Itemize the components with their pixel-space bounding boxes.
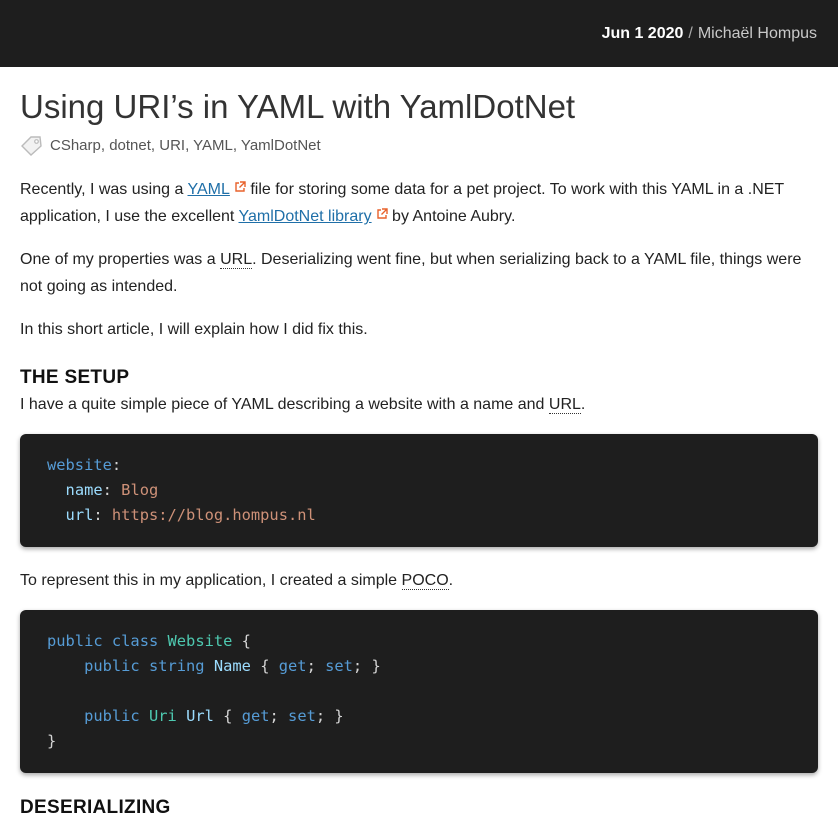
tags-text[interactable]: CSharp, dotnet, URI, YAML, YamlDotNet bbox=[50, 137, 321, 154]
yaml-link[interactable]: YAML bbox=[188, 181, 230, 198]
header-separator: / bbox=[688, 24, 693, 42]
poco-paragraph: To represent this in my application, I c… bbox=[20, 572, 454, 591]
section-heading-setup: THE SETUP bbox=[20, 367, 130, 389]
url-abbr[interactable]: URL bbox=[220, 251, 253, 270]
tag-list: CSharp, dotnet, URI, YAML, YamlDotNet bbox=[20, 135, 818, 157]
poco-abbr[interactable]: POCO bbox=[401, 572, 449, 591]
site-header: Jun 1 2020 / Michaël Hompus bbox=[0, 0, 838, 67]
setup-paragraph: I have a quite simple piece of YAML desc… bbox=[20, 396, 586, 415]
author-link[interactable]: Michaël Hompus bbox=[698, 25, 817, 43]
short-article-paragraph: In this short article, I will explain ho… bbox=[20, 321, 368, 339]
external-link-icon bbox=[376, 208, 388, 219]
intro-paragraph: Recently, I was using a YAML file for st… bbox=[20, 181, 784, 226]
page-title: Using URI’s in YAML with YamlDotNet bbox=[20, 88, 576, 125]
yaml-code-block: website: name: Blog url: https://blog.ho… bbox=[20, 434, 818, 548]
url-abbr[interactable]: URL bbox=[548, 396, 581, 415]
tag-icon bbox=[21, 136, 42, 157]
post-date: Jun 1 2020 bbox=[601, 24, 684, 42]
article: Using URI’s in YAML with YamlDotNet CSha… bbox=[0, 88, 838, 819]
section-heading-deserializing: DESERIALIZING bbox=[20, 797, 171, 819]
external-link-icon bbox=[235, 181, 246, 192]
yamldotnet-link[interactable]: YamlDotNet library bbox=[239, 208, 372, 225]
csharp-code-block: public class Website { public string Nam… bbox=[20, 610, 818, 774]
url-paragraph: One of my properties was a URL. Deserial… bbox=[20, 251, 802, 296]
